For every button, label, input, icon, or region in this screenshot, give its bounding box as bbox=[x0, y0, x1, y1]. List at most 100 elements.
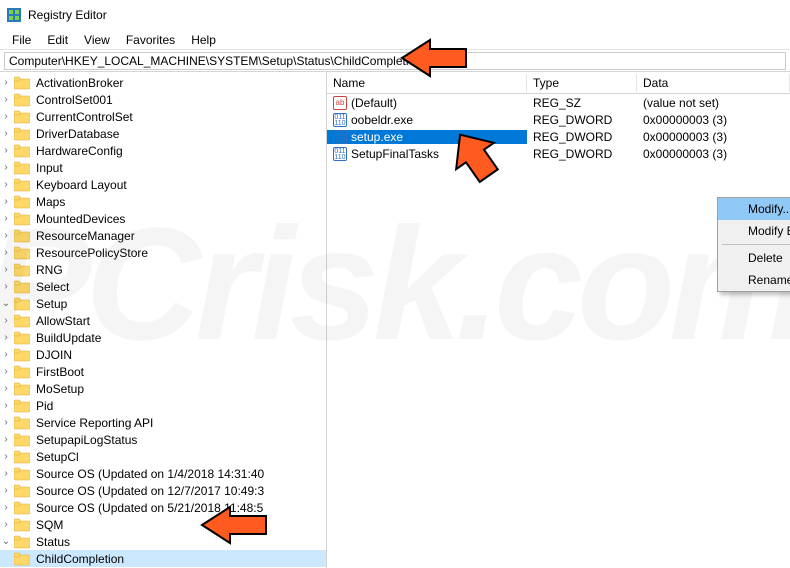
tree-item-source-os-updated-on-12-7-2017-10-49-3[interactable]: › Source OS (Updated on 12/7/2017 10:49:3 bbox=[0, 482, 326, 499]
tree-item-setupcl[interactable]: ›SetupCl bbox=[0, 448, 326, 465]
menu-delete[interactable]: Delete bbox=[718, 247, 790, 269]
tree-item-djoin[interactable]: ›DJOIN bbox=[0, 346, 326, 363]
column-name[interactable]: Name bbox=[327, 74, 527, 92]
tree-item-status-label: Status bbox=[34, 535, 72, 549]
tree-item-setup[interactable]: ⌄ Setup bbox=[0, 295, 326, 312]
tree-toggle[interactable]: › bbox=[0, 196, 12, 208]
tree-item-keyboard-layout[interactable]: ›Keyboard Layout bbox=[0, 176, 326, 193]
column-data[interactable]: Data bbox=[637, 74, 790, 92]
tree-item-input[interactable]: › Input bbox=[0, 159, 326, 176]
tree-toggle[interactable]: › bbox=[0, 162, 12, 174]
tree-toggle[interactable]: › bbox=[0, 281, 12, 293]
menu-help[interactable]: Help bbox=[183, 31, 224, 49]
tree-item-driverdatabase[interactable]: ›DriverDatabase bbox=[0, 125, 326, 142]
binary-value-icon: 011110 bbox=[333, 130, 347, 144]
menu-file[interactable]: File bbox=[4, 31, 39, 49]
tree-item-allowstart[interactable]: ›AllowStart bbox=[0, 312, 326, 329]
tree-item-childcompletion-label: ChildCompletion bbox=[34, 552, 126, 566]
menu-rename[interactable]: Rename bbox=[718, 269, 790, 291]
tree-toggle[interactable]: › bbox=[0, 332, 12, 344]
tree-item-resourcepolicystore[interactable]: ›ResourcePolicyStore bbox=[0, 244, 326, 261]
folder-icon bbox=[14, 297, 30, 311]
tree-toggle[interactable]: ⌄ bbox=[0, 536, 12, 548]
tree-item-buildupdate[interactable]: ›BuildUpdate bbox=[0, 329, 326, 346]
tree-toggle[interactable]: › bbox=[0, 451, 12, 463]
menu-modify[interactable]: Modify... bbox=[718, 198, 790, 220]
tree-item-currentcontrolset[interactable]: ›CurrentControlSet bbox=[0, 108, 326, 125]
tree-item-status[interactable]: ⌄ Status bbox=[0, 533, 326, 550]
tree-item-sqm[interactable]: › SQM bbox=[0, 516, 326, 533]
value-row[interactable]: 011110SetupFinalTasksREG_DWORD0x00000003… bbox=[327, 145, 790, 162]
tree-item-maps[interactable]: ›Maps bbox=[0, 193, 326, 210]
tree-toggle[interactable]: › bbox=[0, 366, 12, 378]
tree-toggle[interactable]: › bbox=[0, 383, 12, 395]
tree-item-select[interactable]: › Select bbox=[0, 278, 326, 295]
tree-toggle[interactable]: › bbox=[0, 94, 12, 106]
tree-toggle[interactable]: › bbox=[0, 128, 12, 140]
tree-toggle[interactable]: › bbox=[0, 434, 12, 446]
menu-view[interactable]: View bbox=[76, 31, 118, 49]
address-input[interactable] bbox=[4, 52, 786, 70]
tree-toggle[interactable]: ⌄ bbox=[0, 298, 12, 310]
tree-item-source-os-updated-on-1-4-2018-14-31-40[interactable]: ›Source OS (Updated on 1/4/2018 14:31:40 bbox=[0, 465, 326, 482]
tree-item-hardwareconfig[interactable]: › HardwareConfig bbox=[0, 142, 326, 159]
tree-toggle[interactable]: › bbox=[0, 264, 12, 276]
value-data: 0x00000003 (3) bbox=[637, 113, 790, 127]
menu-separator bbox=[722, 244, 790, 245]
tree-toggle[interactable]: › bbox=[0, 417, 12, 429]
column-type[interactable]: Type bbox=[527, 74, 637, 92]
value-row[interactable]: 011110setup.exeREG_DWORD0x00000003 (3) bbox=[327, 128, 790, 145]
tree-item-select-label: Select bbox=[34, 280, 71, 294]
folder-icon bbox=[14, 501, 30, 515]
tree-item-childcompletion[interactable]: ChildCompletion bbox=[0, 550, 326, 567]
string-value-icon: ab bbox=[333, 96, 347, 110]
tree-toggle[interactable]: › bbox=[0, 468, 12, 480]
tree-toggle-none bbox=[0, 553, 12, 565]
tree-item-source-os-updated-on-12-7-2017-10-49-3-label: Source OS (Updated on 12/7/2017 10:49:3 bbox=[34, 484, 266, 498]
folder-icon bbox=[14, 280, 30, 294]
tree-item-activationbroker[interactable]: ›ActivationBroker bbox=[0, 74, 326, 91]
menu-modify-binary[interactable]: Modify Binary Data... bbox=[718, 220, 790, 242]
tree-toggle[interactable]: › bbox=[0, 179, 12, 191]
value-row[interactable]: ab(Default)REG_SZ(value not set) bbox=[327, 94, 790, 111]
tree-item-input-label: Input bbox=[34, 161, 65, 175]
value-name: (Default) bbox=[351, 96, 397, 110]
tree-toggle[interactable]: › bbox=[0, 111, 12, 123]
tree-item-mosetup[interactable]: ›MoSetup bbox=[0, 380, 326, 397]
value-row[interactable]: 011110oobeldr.exeREG_DWORD0x00000003 (3) bbox=[327, 111, 790, 128]
tree-toggle[interactable]: › bbox=[0, 77, 12, 89]
value-data: 0x00000003 (3) bbox=[637, 130, 790, 144]
tree-item-mounteddevices[interactable]: ›MountedDevices bbox=[0, 210, 326, 227]
tree-item-resourcemanager[interactable]: ›ResourceManager bbox=[0, 227, 326, 244]
tree-item-rng[interactable]: ›RNG bbox=[0, 261, 326, 278]
tree-toggle[interactable]: › bbox=[0, 349, 12, 361]
tree-item-sqm-label: SQM bbox=[34, 518, 65, 532]
tree-item-controlset001[interactable]: ›ControlSet001 bbox=[0, 91, 326, 108]
value-type: REG_SZ bbox=[527, 96, 637, 110]
tree-item-source-os-updated-on-5-21-2018-11-48-5[interactable]: ›Source OS (Updated on 5/21/2018 11:48:5 bbox=[0, 499, 326, 516]
tree-item-pid-label: Pid bbox=[34, 399, 55, 413]
menu-favorites[interactable]: Favorites bbox=[118, 31, 183, 49]
tree-item-setupapilogstatus[interactable]: ›SetupapiLogStatus bbox=[0, 431, 326, 448]
binary-value-icon: 011110 bbox=[333, 113, 347, 127]
tree-item-service-reporting-api[interactable]: ›Service Reporting API bbox=[0, 414, 326, 431]
menu-edit[interactable]: Edit bbox=[39, 31, 76, 49]
tree-item-setup-label: Setup bbox=[34, 297, 69, 311]
tree-item-firstboot[interactable]: ›FirstBoot bbox=[0, 363, 326, 380]
tree-toggle[interactable]: › bbox=[0, 230, 12, 242]
tree-toggle[interactable]: › bbox=[0, 315, 12, 327]
list-panel[interactable]: Name Type Data ab(Default)REG_SZ(value n… bbox=[327, 72, 790, 568]
folder-icon bbox=[14, 178, 30, 192]
tree-toggle[interactable]: › bbox=[0, 485, 12, 497]
tree-item-hardwareconfig-label: HardwareConfig bbox=[34, 144, 125, 158]
tree-toggle[interactable]: › bbox=[0, 400, 12, 412]
tree-toggle[interactable]: › bbox=[0, 502, 12, 514]
tree-toggle[interactable]: › bbox=[0, 213, 12, 225]
tree-item-pid[interactable]: › Pid bbox=[0, 397, 326, 414]
tree-toggle[interactable]: › bbox=[0, 247, 12, 259]
value-data: 0x00000003 (3) bbox=[637, 147, 790, 161]
tree-toggle[interactable]: › bbox=[0, 145, 12, 157]
folder-icon bbox=[14, 212, 30, 226]
tree-toggle[interactable]: › bbox=[0, 519, 12, 531]
tree-panel[interactable]: ›ActivationBroker›ControlSet001›CurrentC… bbox=[0, 72, 327, 568]
